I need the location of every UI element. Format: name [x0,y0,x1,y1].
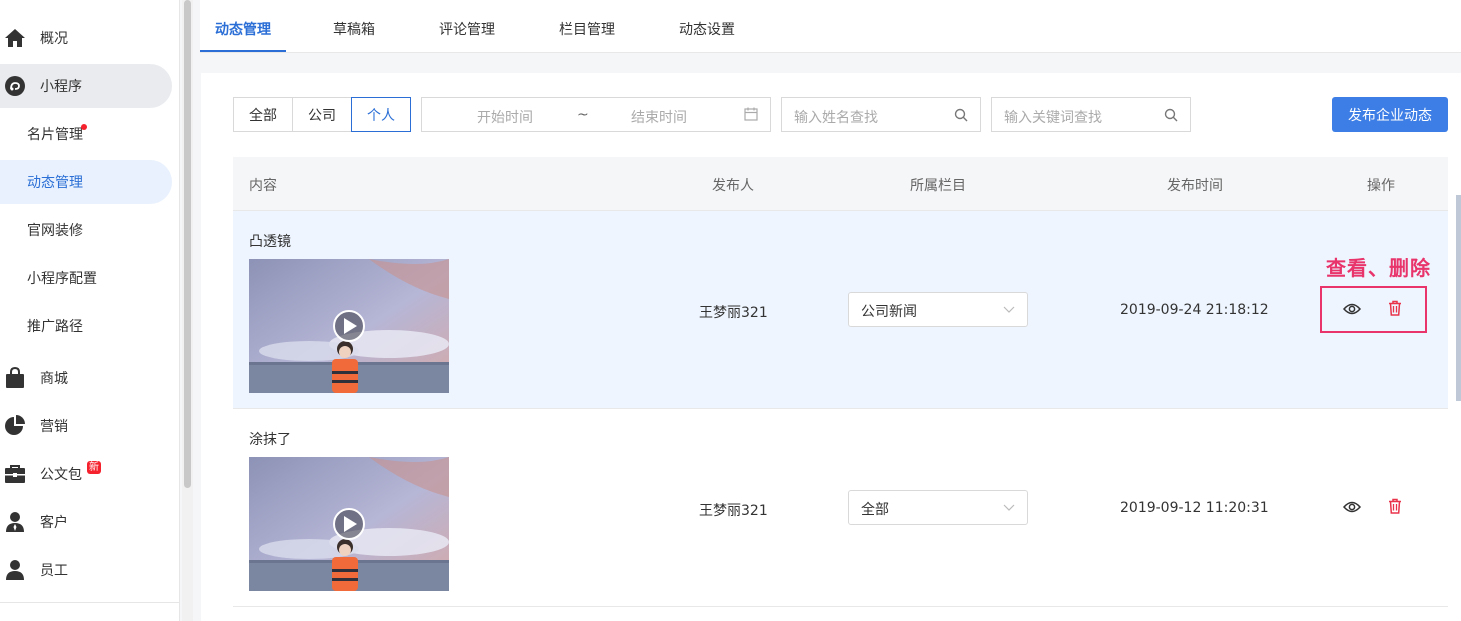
sidebar-item-label: 商城 [40,371,68,387]
tab-moments-management[interactable]: 动态管理 [200,0,286,52]
keyword-search-placeholder: 输入关键词查找 [1004,110,1102,126]
chevron-down-icon [1003,501,1015,517]
keyword-search-input[interactable]: 输入关键词查找 [991,97,1191,132]
publisher-name: 王梦丽321 [699,503,768,519]
tab-moments-settings[interactable]: 动态设置 [672,0,742,52]
tab-bar: 动态管理 草稿箱 评论管理 栏目管理 动态设置 [200,0,1461,53]
active-tab-indicator [200,50,286,52]
column-select[interactable]: 全部 [848,490,1028,525]
name-search-input[interactable]: 输入姓名查找 [781,97,981,132]
new-badge: 新 [87,461,101,474]
delete-trash-icon[interactable] [1387,498,1403,518]
sidebar-item-label: 动态管理 [27,175,83,191]
video-thumbnail[interactable] [249,259,449,393]
publisher-name: 王梦丽321 [699,305,768,321]
start-time-placeholder: 开始时间 [477,110,533,126]
sidebar-item-marketing[interactable]: 营销 [0,404,172,448]
sidebar-item-label: 官网装修 [27,223,83,239]
shopping-bag-icon [4,367,26,389]
column-header-column: 所属栏目 [910,178,966,194]
table-header: 内容 发布人 所属栏目 发布时间 操作 [233,157,1448,211]
search-icon[interactable] [954,108,968,126]
sidebar-divider [0,602,180,603]
column-header-publish-time: 发布时间 [1167,178,1223,194]
sidebar-item-label: 推广路径 [27,319,83,335]
sidebar-item-label: 客户 [40,515,68,531]
sidebar-item-label: 小程序 [40,79,82,95]
tab-column-management[interactable]: 栏目管理 [552,0,622,52]
column-header-content: 内容 [249,178,277,194]
filter-all-button[interactable]: 全部 [233,97,293,132]
sidebar-item-mall[interactable]: 商城 [0,356,172,400]
customer-icon [4,511,26,533]
calendar-icon [744,107,758,125]
sidebar-item-label: 员工 [40,563,68,579]
search-icon[interactable] [1164,108,1178,126]
sidebar-item-label: 营销 [40,419,68,435]
moment-title: 凸透镜 [249,234,291,250]
date-range-picker[interactable]: 开始时间 ~ 结束时间 [421,97,771,132]
table-row: 凸透镜 王梦丽321 公司新闻 2019-09-24 21:18:12 [233,211,1448,409]
column-select-value: 全部 [861,502,889,518]
pie-chart-icon [4,415,26,437]
mini-program-icon [4,75,26,97]
annotation-label: 查看、删除 [1326,256,1431,280]
sidebar-item-mini-program-config[interactable]: 小程序配置 [0,256,172,300]
sidebar-item-mini-program[interactable]: 小程序 [0,64,172,108]
sidebar-item-label: 公文包 [40,467,82,483]
table-row: 涂抹了 王梦丽321 全部 2019-09-12 11:20:31 [233,409,1448,607]
video-thumbnail[interactable] [249,457,449,591]
range-separator: ~ [577,107,589,123]
tab-comment-management[interactable]: 评论管理 [432,0,502,52]
sidebar-item-moments-management[interactable]: 动态管理 [0,160,172,204]
sidebar-item-customer[interactable]: 客户 [0,500,172,544]
publish-time: 2019-09-24 21:18:12 [1120,302,1269,318]
column-select-value: 公司新闻 [861,304,917,320]
sidebar: 概况 小程序 名片管理 动态管理 官网装修 小程序配置 推广路径 商城 营销 公… [0,0,180,621]
employee-icon [4,559,26,581]
filter-personal-button[interactable]: 个人 [351,97,411,132]
sidebar-item-website-decoration[interactable]: 官网装修 [0,208,172,252]
chevron-down-icon [1003,303,1015,319]
publish-time: 2019-09-12 11:20:31 [1120,500,1269,516]
name-search-placeholder: 输入姓名查找 [794,110,878,126]
annotation-highlight-box [1320,286,1427,333]
column-select[interactable]: 公司新闻 [848,292,1028,327]
page-scrollbar-thumb[interactable] [1456,195,1461,401]
home-icon [4,27,26,49]
briefcase-icon [4,463,26,485]
tab-drafts[interactable]: 草稿箱 [320,0,388,52]
sidebar-scrollbar-thumb[interactable] [184,0,191,488]
notification-dot [81,124,87,130]
sidebar-item-label: 概况 [40,31,68,47]
sidebar-item-promotion-path[interactable]: 推广路径 [0,304,172,348]
publish-company-moment-button[interactable]: 发布企业动态 [1332,97,1448,132]
sidebar-item-employee[interactable]: 员工 [0,548,172,592]
column-header-actions: 操作 [1367,178,1395,194]
end-time-placeholder: 结束时间 [631,110,687,126]
sidebar-item-card-management[interactable]: 名片管理 [0,112,172,156]
sidebar-item-label: 名片管理 [27,127,83,143]
column-header-publisher: 发布人 [712,178,754,194]
sidebar-item-briefcase[interactable]: 公文包 [0,452,172,496]
sidebar-item-overview[interactable]: 概况 [0,16,172,60]
view-eye-icon[interactable] [1342,499,1362,518]
sidebar-item-label: 小程序配置 [27,271,97,287]
moment-title: 涂抹了 [249,432,291,448]
filter-company-button[interactable]: 公司 [292,97,352,132]
